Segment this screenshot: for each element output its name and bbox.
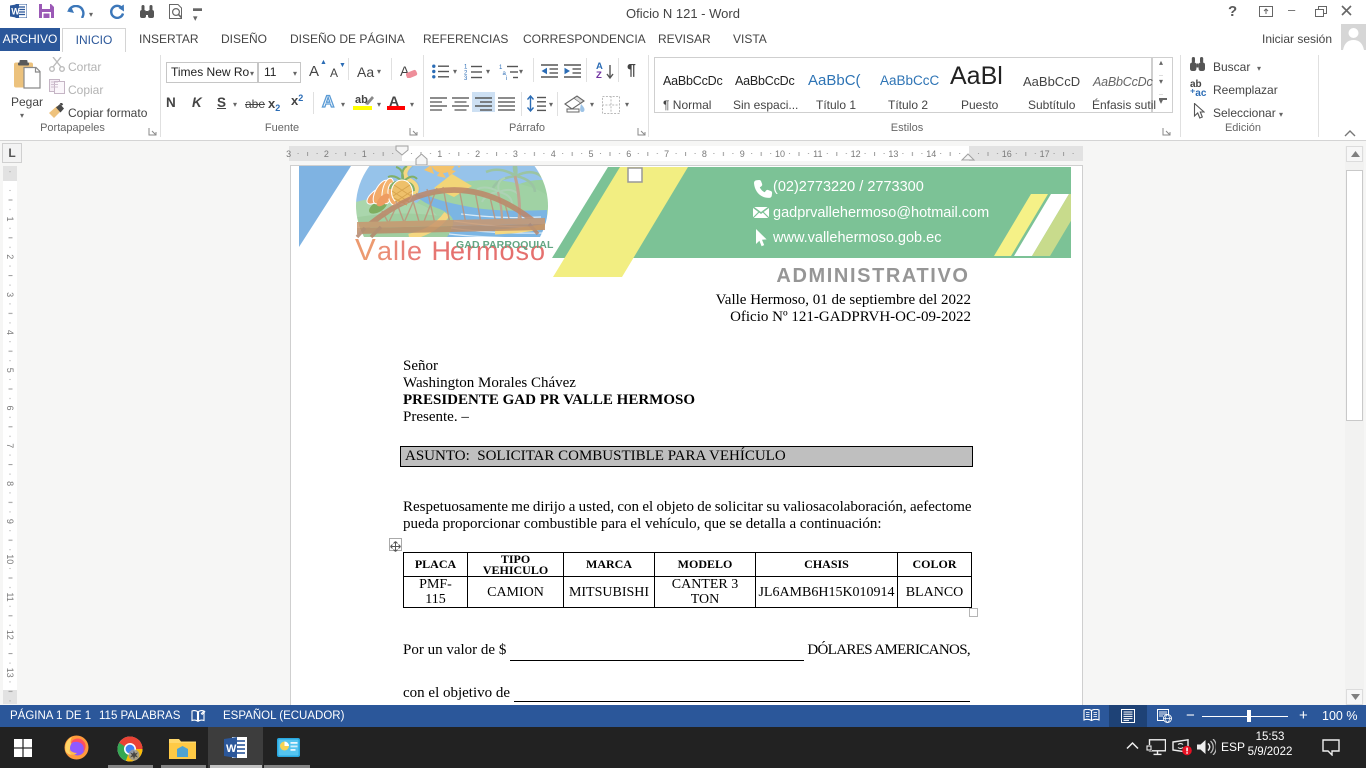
svg-text:2: 2 [5,254,15,259]
svg-text:9: 9 [5,519,15,524]
svg-text:6: 6 [626,149,631,159]
svg-text:6: 6 [5,405,15,410]
svg-text:V: V [355,232,376,267]
svg-text:3: 3 [464,76,468,80]
svg-text:W: W [11,7,20,17]
svg-text:2: 2 [475,149,480,159]
svg-text:1: 1 [5,216,15,221]
svg-text:i: i [506,76,507,80]
svg-text:12: 12 [851,149,861,159]
svg-text:8: 8 [702,149,707,159]
svg-text:7: 7 [664,149,669,159]
svg-text:8: 8 [5,481,15,486]
svg-text:5: 5 [588,149,593,159]
svg-text:10: 10 [5,554,15,564]
svg-text:W: W [226,743,237,755]
svg-text:10: 10 [775,149,785,159]
svg-text:3: 3 [513,149,518,159]
svg-text:12: 12 [5,630,15,640]
svg-text:3: 3 [5,292,15,297]
svg-text:(02)2773220 / 2773300: (02)2773220 / 2773300 [773,179,924,195]
svg-text:17: 17 [1040,149,1050,159]
svg-text:4: 4 [551,149,556,159]
svg-text:GAD PARROQUIAL: GAD PARROQUIAL [456,239,554,251]
svg-text:7: 7 [5,443,15,448]
svg-text:2: 2 [324,149,329,159]
svg-text:11: 11 [813,149,822,159]
svg-text:9: 9 [740,149,745,159]
svg-text:gadprvallehermoso@hotmail.com: gadprvallehermoso@hotmail.com [773,205,989,221]
svg-text:13: 13 [888,149,898,159]
svg-text:14: 14 [926,149,936,159]
svg-text:13: 13 [5,668,15,678]
svg-text:alle H: alle H [377,236,452,266]
svg-text:5: 5 [5,368,15,373]
svg-text:16: 16 [1002,149,1012,159]
svg-text:1: 1 [437,149,442,159]
svg-text:4: 4 [5,330,15,335]
svg-text:3: 3 [286,149,291,159]
svg-text:11: 11 [5,592,15,601]
svg-text:1: 1 [362,149,367,159]
svg-text:www.vallehermoso.gob.ec: www.vallehermoso.gob.ec [772,230,941,246]
